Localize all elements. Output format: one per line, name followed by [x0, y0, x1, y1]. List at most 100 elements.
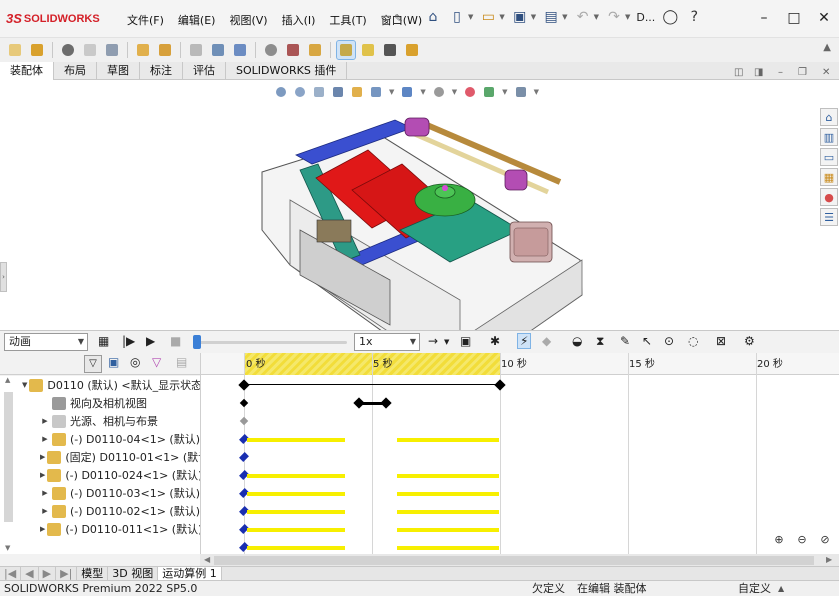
- tab-motion-study[interactable]: 运动算例 1: [158, 566, 222, 581]
- tree-item[interactable]: ▶ (-) D0110-04<1> (默认): [0, 430, 200, 448]
- undo-icon[interactable]: ↶: [574, 8, 592, 26]
- print-icon[interactable]: ▤: [542, 8, 560, 26]
- open-folder-icon[interactable]: ▭: [479, 8, 497, 26]
- motion-change-bar[interactable]: [397, 546, 499, 550]
- stop-icon[interactable]: ■: [170, 334, 181, 348]
- new-motion-study-icon[interactable]: [262, 41, 280, 59]
- timeline[interactable]: 0 秒 5 秒 10 秒 15 秒 20 秒: [200, 353, 839, 554]
- feature-manager-toggle-handle[interactable]: ›: [0, 262, 7, 292]
- motion-change-bar[interactable]: [247, 510, 345, 514]
- tab-layout[interactable]: 布局: [54, 62, 97, 80]
- menu-tools[interactable]: 工具(T): [322, 12, 373, 28]
- scroll-right-icon[interactable]: ▶: [826, 555, 832, 564]
- motion-change-bar[interactable]: [397, 474, 499, 478]
- view-palette-icon[interactable]: ▦: [820, 168, 838, 186]
- motion-change-bar[interactable]: [397, 510, 499, 514]
- motion-change-bar[interactable]: [247, 528, 345, 532]
- tree-item[interactable]: ▶ (-) D0110-03<1> (默认): [0, 484, 200, 502]
- motion-change-bar[interactable]: [247, 474, 345, 478]
- force-icon[interactable]: ⊙: [664, 334, 674, 348]
- scrollbar-thumb[interactable]: [214, 556, 814, 565]
- new-document-icon[interactable]: ▯: [448, 8, 466, 26]
- document-name-short[interactable]: D...: [636, 11, 655, 24]
- smart-fasteners-icon[interactable]: [134, 41, 152, 59]
- animation-wizard-icon[interactable]: ✱: [490, 334, 500, 348]
- results-plots-icon[interactable]: ⊠: [716, 334, 726, 348]
- custom-properties-icon[interactable]: ☰: [820, 208, 838, 226]
- menu-file[interactable]: 文件(F): [120, 12, 171, 28]
- filter-results-icon[interactable]: ▤: [176, 355, 187, 369]
- keyframe[interactable]: [239, 416, 249, 426]
- tab-sketch[interactable]: 草图: [97, 62, 140, 80]
- reference-geometry-icon[interactable]: [231, 41, 249, 59]
- tab-evaluate[interactable]: 评估: [183, 62, 226, 80]
- assembly-features-icon[interactable]: [209, 41, 227, 59]
- redo-icon[interactable]: ↷: [605, 8, 623, 26]
- tab-nav-last-icon[interactable]: ▶|: [56, 566, 78, 581]
- keyframe[interactable]: [239, 398, 249, 408]
- motion-study-properties-icon[interactable]: ⚙: [744, 334, 755, 348]
- timeline-row[interactable]: [201, 466, 839, 484]
- mate-icon[interactable]: [59, 41, 77, 59]
- expand-arrow-icon[interactable]: ▶: [40, 417, 50, 425]
- filter-animated-icon[interactable]: ▣: [108, 355, 119, 369]
- timeline-row[interactable]: [201, 538, 839, 554]
- save-animation-icon[interactable]: ▣: [460, 334, 471, 348]
- tree-item[interactable]: ▶ 光源、相机与布景: [0, 412, 200, 430]
- save-dropdown-icon[interactable]: ▼: [531, 13, 536, 21]
- tab-addins[interactable]: SOLIDWORKS 插件: [226, 62, 348, 80]
- open-dropdown-icon[interactable]: ▼: [499, 13, 504, 21]
- gravity-icon[interactable]: ↖: [642, 334, 652, 348]
- appearances-icon[interactable]: ●: [820, 188, 838, 206]
- motor-icon[interactable]: ◒: [572, 334, 582, 348]
- close-icon[interactable]: ✕: [812, 8, 836, 28]
- tab-nav-prev-icon[interactable]: ◀: [21, 566, 39, 581]
- tree-item[interactable]: ▼ D0110 (默认) <默认_显示状态: [0, 376, 200, 394]
- timeline-row[interactable]: [201, 448, 839, 466]
- tree-item[interactable]: ▶ (-) D0110-02<1> (默认): [0, 502, 200, 520]
- tree-scrollbar[interactable]: ▲ ▼: [4, 376, 14, 554]
- tile-pane-icon[interactable]: ◨: [754, 67, 763, 78]
- file-explorer-icon[interactable]: ▭: [820, 148, 838, 166]
- solidworks-resources-icon[interactable]: ⌂: [820, 108, 838, 126]
- expand-arrow-icon[interactable]: ▶: [40, 507, 50, 515]
- home-icon[interactable]: ⌂: [424, 8, 442, 26]
- play-from-start-icon[interactable]: |▶: [122, 334, 135, 348]
- units-dropdown-icon[interactable]: ▲: [778, 581, 784, 596]
- keyframe[interactable]: [238, 379, 250, 391]
- update-speedpak-icon[interactable]: [359, 41, 377, 59]
- status-units[interactable]: 自定义: [738, 581, 771, 596]
- new-dropdown-icon[interactable]: ▼: [468, 13, 473, 21]
- tab-3d-view[interactable]: 3D 视图: [108, 566, 159, 581]
- tab-nav-first-icon[interactable]: |◀: [0, 566, 22, 581]
- playback-speed-select[interactable]: 1x ▼: [354, 333, 420, 351]
- design-library-icon[interactable]: ▥: [820, 128, 838, 146]
- move-component-icon[interactable]: [156, 41, 174, 59]
- play-icon[interactable]: ▶: [146, 334, 155, 348]
- minimize-icon[interactable]: –: [752, 8, 776, 28]
- filter-selected-icon[interactable]: ▽: [152, 355, 161, 369]
- calculate-icon[interactable]: ▦: [98, 334, 109, 348]
- filter-icon[interactable]: ▽: [84, 355, 102, 373]
- exploded-view-icon[interactable]: [306, 41, 324, 59]
- doc-close-icon[interactable]: ✕: [822, 67, 830, 78]
- undo-dropdown-icon[interactable]: ▼: [594, 13, 599, 21]
- assembly-model[interactable]: [0, 80, 839, 330]
- solidworks-logo[interactable]: 3S SOLIDWORKS: [6, 11, 100, 26]
- autokey-icon[interactable]: ⚡: [516, 333, 532, 349]
- motion-change-bar[interactable]: [247, 546, 345, 550]
- collapse-arrow-icon[interactable]: ▼: [22, 381, 27, 389]
- tab-nav-next-icon[interactable]: ▶: [39, 566, 57, 581]
- instant3d-icon[interactable]: [336, 40, 356, 60]
- expand-arrow-icon[interactable]: ▶: [40, 489, 50, 497]
- timeline-row[interactable]: [201, 502, 839, 520]
- playback-slider-knob[interactable]: [193, 335, 201, 349]
- menu-insert[interactable]: 插入(I): [275, 12, 323, 28]
- save-icon[interactable]: ▣: [511, 8, 529, 26]
- user-icon[interactable]: ◯: [661, 8, 679, 26]
- scroll-down-icon[interactable]: ▼: [5, 544, 10, 552]
- component-preview-icon[interactable]: [81, 41, 99, 59]
- tab-model[interactable]: 模型: [77, 566, 109, 581]
- motion-change-bar[interactable]: [247, 438, 345, 442]
- print-dropdown-icon[interactable]: ▼: [562, 13, 567, 21]
